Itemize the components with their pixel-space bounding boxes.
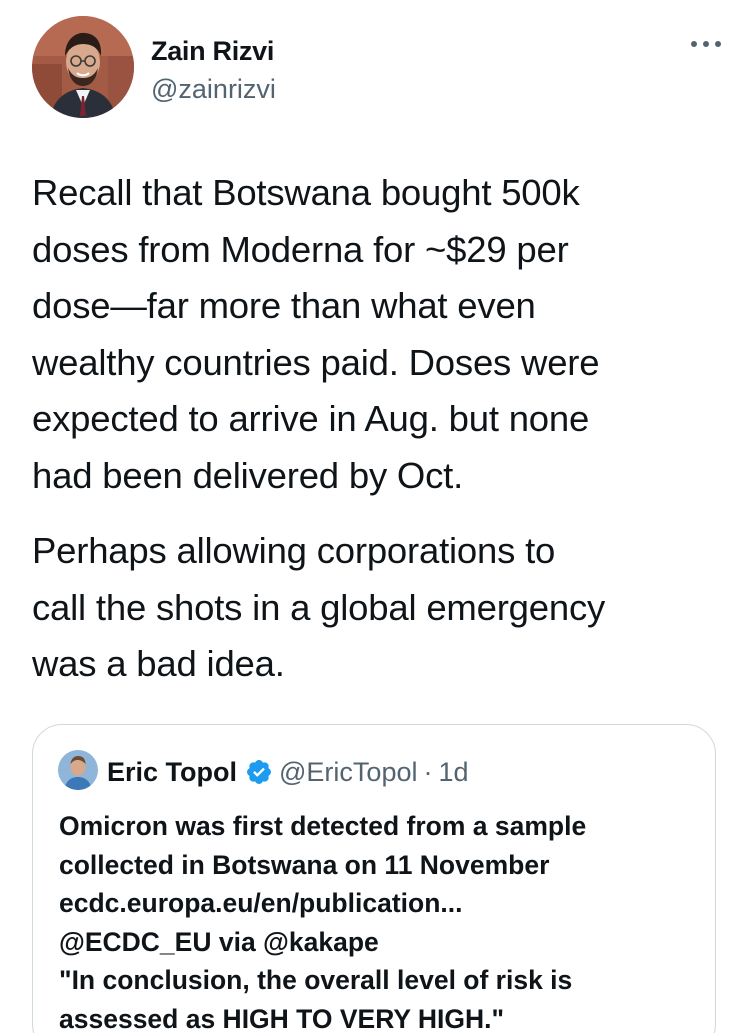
quoted-tweet-text: Omicron was first detected from a sample…	[59, 807, 699, 1033]
quoted-timestamp[interactable]: 1d	[438, 755, 468, 789]
quoted-text-line: assessed as HIGH TO VERY HIGH."	[59, 1003, 505, 1033]
quoted-avatar-image	[58, 750, 98, 790]
author-avatar-image	[32, 16, 134, 118]
quoted-text-line: Omicron was first detected from a sample	[59, 811, 587, 841]
tweet-text: Recall that Botswana bought 500k doses f…	[32, 165, 722, 693]
tweet-paragraph: Perhaps allowing corporations to call th…	[32, 530, 606, 684]
quoted-tweet-header: Eric Topol @EricTopol · 1d	[107, 755, 469, 789]
quoted-tweet-card[interactable]: Eric Topol @EricTopol · 1d Omicron was f…	[32, 724, 716, 1033]
quoted-author-avatar[interactable]	[58, 750, 98, 790]
author-name[interactable]: Zain Rizvi	[151, 36, 274, 67]
header-separator: ·	[423, 757, 433, 787]
tweet-header: Zain Rizvi @zainrizvi	[32, 16, 726, 120]
tweet-paragraph: Recall that Botswana bought 500k doses f…	[32, 172, 600, 496]
quoted-mentions-line[interactable]: @ECDC_EU via @kakape	[59, 923, 699, 962]
author-handle[interactable]: @zainrizvi	[151, 74, 276, 105]
verified-badge-icon	[247, 760, 271, 784]
quoted-link[interactable]: ecdc.europa.eu/en/publication...	[59, 884, 699, 923]
quoted-author-handle[interactable]: @EricTopol	[279, 755, 417, 789]
quoted-text-line: "In conclusion, the overall level of ris…	[59, 965, 573, 995]
author-avatar[interactable]	[32, 16, 134, 118]
quoted-text-line: collected in Botswana on 11 November	[59, 849, 550, 880]
quoted-author-name[interactable]: Eric Topol	[107, 755, 237, 789]
more-options-button[interactable]	[686, 32, 726, 56]
more-horizontal-icon	[691, 41, 721, 47]
